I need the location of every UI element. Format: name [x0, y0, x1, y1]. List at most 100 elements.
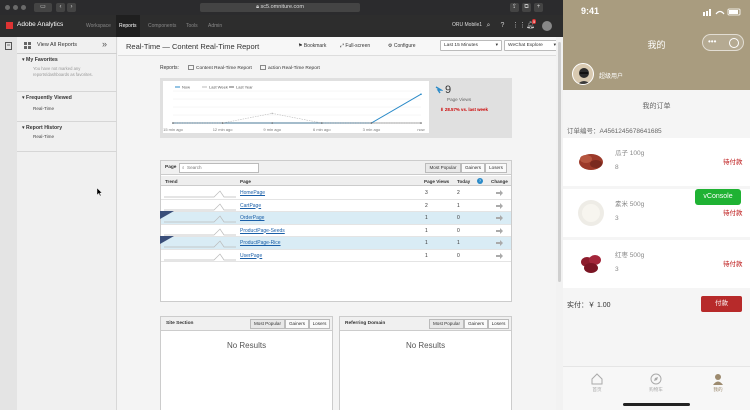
- page-link[interactable]: OrderPage: [240, 215, 264, 221]
- today-cell: 1: [457, 202, 460, 209]
- close-mini-icon[interactable]: [729, 38, 739, 48]
- avatar[interactable]: [572, 63, 594, 85]
- nav-tools[interactable]: Tools: [186, 15, 198, 37]
- share-icon[interactable]: ⇪: [510, 3, 519, 12]
- url-text: sc5.omniture.com: [260, 4, 304, 10]
- nav-reports[interactable]: Reports: [116, 15, 140, 37]
- search-input[interactable]: ⌕ Search: [179, 163, 259, 173]
- filter-gainers[interactable]: Gainers: [285, 319, 309, 329]
- page-link[interactable]: ProductPage-Seeds: [240, 228, 285, 234]
- compass-icon: [650, 373, 662, 385]
- page-views-label: Page Views: [447, 97, 472, 102]
- url-bar[interactable]: 🔒︎ sc5.omniture.com: [200, 3, 360, 12]
- app-name: Adobe Analytics: [17, 21, 64, 28]
- referring-domain-panel: Referring Domain Most Popular Gainers Lo…: [339, 316, 512, 410]
- bookmark-button[interactable]: ⚑ Bookmark: [298, 43, 326, 49]
- collapse-sidebar-icon[interactable]: »: [102, 39, 107, 49]
- user-avatar-icon: [577, 68, 591, 84]
- table-row[interactable]: OrderPage 1 0: [160, 211, 511, 225]
- col-page-views[interactable]: Page Views: [424, 177, 449, 186]
- home-indicator: [623, 403, 690, 406]
- page-link[interactable]: UserPage: [240, 253, 262, 259]
- back-icon[interactable]: ‹: [56, 3, 65, 12]
- vconsole-button[interactable]: vConsole: [695, 189, 741, 205]
- view-all-reports-link[interactable]: View All Reports: [37, 42, 77, 48]
- table-row[interactable]: UserPage 1 0: [161, 250, 511, 262]
- user-name[interactable]: ORU Mobile1: [452, 22, 482, 28]
- zoom-window-button[interactable]: [21, 5, 26, 10]
- x-tick-label: 9 min ago: [263, 127, 281, 132]
- page-scrollbar[interactable]: [556, 37, 563, 410]
- more-icon[interactable]: •••: [708, 37, 716, 47]
- pay-button[interactable]: 付款: [701, 296, 742, 312]
- tabs-icon[interactable]: ⧉: [522, 3, 531, 12]
- table-row[interactable]: ProductPage-Seeds 1 0: [161, 225, 511, 237]
- legend-entry: Last Week: [209, 85, 228, 90]
- search-icon[interactable]: ⌕: [484, 21, 493, 30]
- filter-losers[interactable]: Losers: [485, 163, 507, 173]
- nav-workspace[interactable]: Workspace: [86, 15, 111, 37]
- change-vs-last-week: ⬇ 28.57% vs. last week: [440, 107, 488, 112]
- status-badge: 待付款: [723, 210, 743, 217]
- line-chart: 15 min ago 12 min ago 9 min ago 6 min ago 3 …: [163, 85, 425, 133]
- frequent-title[interactable]: ▾ Frequently Viewed: [22, 95, 72, 101]
- close-window-button[interactable]: [5, 5, 10, 10]
- col-today[interactable]: Today: [457, 177, 470, 186]
- minimize-window-button[interactable]: [13, 5, 18, 10]
- tab-home[interactable]: 首页: [577, 373, 617, 393]
- history-item-realtime[interactable]: Real-Time: [33, 134, 54, 139]
- col-trend[interactable]: Trend: [165, 177, 178, 186]
- miniprogram-capsule[interactable]: •••: [702, 34, 744, 51]
- filter-most-popular[interactable]: Most Popular: [429, 319, 464, 329]
- list-item[interactable]: 红枣 500g 3 待付款: [563, 240, 750, 288]
- col-page[interactable]: Page: [240, 177, 251, 186]
- table-row[interactable]: ProductPage-Rice 1 1: [160, 236, 511, 250]
- scrollbar-thumb[interactable]: [558, 42, 561, 282]
- report-suite-dropdown[interactable]: WeChat Explore ▾: [504, 40, 560, 51]
- avatar[interactable]: [542, 21, 552, 31]
- referring-domain-title: Referring Domain: [345, 321, 386, 326]
- filter-most-popular[interactable]: Most Popular: [250, 319, 285, 329]
- arrow-right-icon: [496, 252, 503, 259]
- page-link[interactable]: CartPage: [240, 203, 261, 209]
- col-change[interactable]: Change: [491, 177, 508, 186]
- apps-grid-icon[interactable]: ⋮⋮: [512, 21, 526, 30]
- nav-admin[interactable]: Admin: [208, 15, 222, 37]
- list-item[interactable]: 瓜子 100g 8 待付款: [563, 138, 750, 186]
- filter-gainers[interactable]: Gainers: [461, 163, 485, 173]
- tab-mine[interactable]: 我的: [698, 373, 738, 393]
- sidebar-toggle-icon[interactable]: ▭: [34, 3, 52, 12]
- report-icon[interactable]: [5, 42, 12, 50]
- trend-sparkline: [164, 240, 236, 248]
- time-range-dropdown[interactable]: Last 15 Minutes ▾: [440, 40, 502, 51]
- filter-losers[interactable]: Losers: [309, 319, 330, 329]
- filter-losers[interactable]: Losers: [488, 319, 509, 329]
- x-tick-label: 12 min ago: [213, 127, 234, 132]
- new-tab-icon[interactable]: +: [534, 3, 543, 12]
- report-tab-content[interactable]: Content Real-Time Report: [188, 65, 252, 71]
- configure-button[interactable]: ⚙ Configure: [388, 43, 416, 49]
- page-link[interactable]: HomePage: [240, 190, 265, 196]
- chart-panel: 15 min ago 12 min ago 9 min ago 6 min ago 3 …: [160, 78, 512, 138]
- history-section: ▾ Report History Real-Time: [17, 122, 117, 152]
- page-views-cell: 1: [425, 227, 428, 234]
- adobe-logo-icon: [6, 22, 13, 29]
- filter-gainers[interactable]: Gainers: [464, 319, 488, 329]
- user-icon: [713, 374, 723, 385]
- table-row[interactable]: CartPage 2 1: [161, 200, 511, 212]
- gear-icon: ⚙: [388, 43, 393, 49]
- forward-icon[interactable]: ›: [67, 3, 76, 12]
- report-tab-action[interactable]: action Real-Time Report: [260, 65, 320, 71]
- nav-components[interactable]: Components: [148, 15, 176, 37]
- fullscreen-button[interactable]: ⤢ Full-screen: [340, 43, 370, 49]
- history-title[interactable]: ▾ Report History: [22, 125, 62, 131]
- help-icon[interactable]: ?: [498, 21, 507, 30]
- page-tab[interactable]: Page: [165, 165, 176, 170]
- table-row[interactable]: HomePage 3 2: [161, 187, 511, 200]
- frequent-item-realtime[interactable]: Real-Time: [33, 106, 54, 111]
- page-link[interactable]: ProductPage-Rice: [240, 240, 281, 246]
- tab-cart[interactable]: 购物车: [636, 373, 676, 393]
- info-icon[interactable]: ?: [477, 178, 483, 184]
- favorites-title[interactable]: ▾ My Favorites: [22, 57, 58, 63]
- filter-most-popular[interactable]: Most Popular: [425, 163, 461, 173]
